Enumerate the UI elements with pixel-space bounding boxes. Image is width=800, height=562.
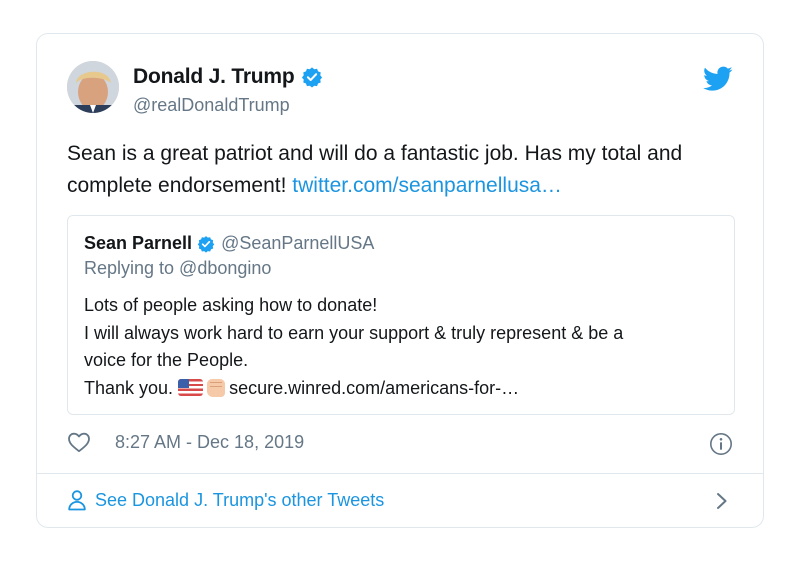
quote-thanks: Thank you. [84, 377, 179, 398]
quote-line-4: Thank you. secure.winred.com/americans-f… [84, 375, 724, 403]
quote-line: I will always work hard to earn your sup… [84, 322, 624, 343]
quote-line: Lots of people asking how to donate! [84, 295, 378, 315]
tweet-link[interactable]: twitter.com/seanparnellusa… [292, 174, 562, 197]
quote-replying-to: Replying to @dbongino [84, 258, 272, 278]
quote-author-row: Sean Parnell @SeanParnellUSA [84, 233, 374, 254]
twitter-bird-icon[interactable] [703, 66, 733, 92]
see-other-tweets-label[interactable]: See Donald J. Trump's other Tweets [95, 490, 384, 511]
author-row: Donald J. Trump [133, 65, 323, 89]
info-icon[interactable] [709, 432, 733, 456]
quote-text: Lots of people asking how to donate! I w… [84, 292, 724, 402]
verified-badge-icon [301, 66, 323, 88]
person-icon [67, 489, 87, 511]
quoted-tweet[interactable]: Sean Parnell @SeanParnellUSA Replying to… [67, 215, 735, 415]
divider [37, 473, 763, 474]
heart-icon[interactable] [67, 431, 91, 453]
verified-badge-icon [197, 235, 215, 253]
author-name[interactable]: Donald J. Trump [133, 65, 295, 89]
us-flag-icon [178, 378, 204, 396]
quote-author-handle: @SeanParnellUSA [221, 233, 375, 253]
chevron-right-icon[interactable] [715, 491, 729, 511]
quote-author-name: Sean Parnell [84, 233, 193, 253]
author-handle[interactable]: @realDonaldTrump [133, 95, 290, 116]
fist-icon [207, 378, 226, 397]
avatar[interactable] [67, 61, 119, 113]
quote-link: secure.winred.com/americans-for-… [229, 377, 520, 398]
tweet-card[interactable]: Donald J. Trump @realDonaldTrump Sean is… [36, 33, 764, 528]
timestamp[interactable]: 8:27 AM - Dec 18, 2019 [115, 432, 304, 453]
quote-line: voice for the People. [84, 350, 249, 370]
tweet-text: Sean is a great patriot and will do a fa… [67, 138, 737, 202]
see-other-tweets-link[interactable]: See Donald J. Trump's other Tweets [67, 489, 384, 511]
tweet-meta-row: 8:27 AM - Dec 18, 2019 [67, 431, 304, 453]
